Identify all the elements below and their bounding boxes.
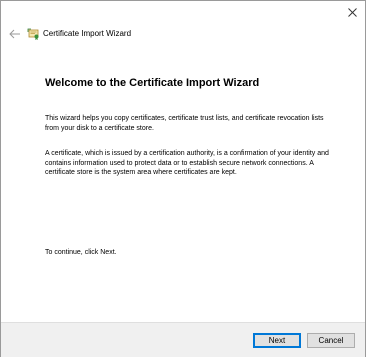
certificate-description-paragraph: A certificate, which is issued by a cert… — [45, 150, 329, 176]
intro-paragraph: This wizard helps you copy certificates,… — [45, 115, 324, 132]
back-arrow-icon — [9, 29, 20, 39]
wizard-content: Welcome to the Certificate Import Wizard… — [1, 47, 365, 322]
continue-instruction: To continue, click Next. — [45, 249, 117, 256]
wizard-window: Certificate Import Wizard Welcome to the… — [0, 0, 366, 357]
title-bar — [1, 1, 365, 23]
next-button[interactable]: Next — [253, 333, 301, 348]
cancel-button[interactable]: Cancel — [307, 333, 355, 348]
close-button[interactable] — [345, 5, 359, 19]
back-button[interactable] — [8, 27, 22, 41]
wizard-footer: Next Cancel — [1, 322, 365, 357]
page-title: Welcome to the Certificate Import Wizard — [45, 77, 260, 89]
wizard-header: Certificate Import Wizard — [1, 23, 365, 47]
close-icon — [347, 7, 357, 17]
certificate-icon — [27, 27, 41, 41]
wizard-title: Certificate Import Wizard — [43, 29, 132, 38]
